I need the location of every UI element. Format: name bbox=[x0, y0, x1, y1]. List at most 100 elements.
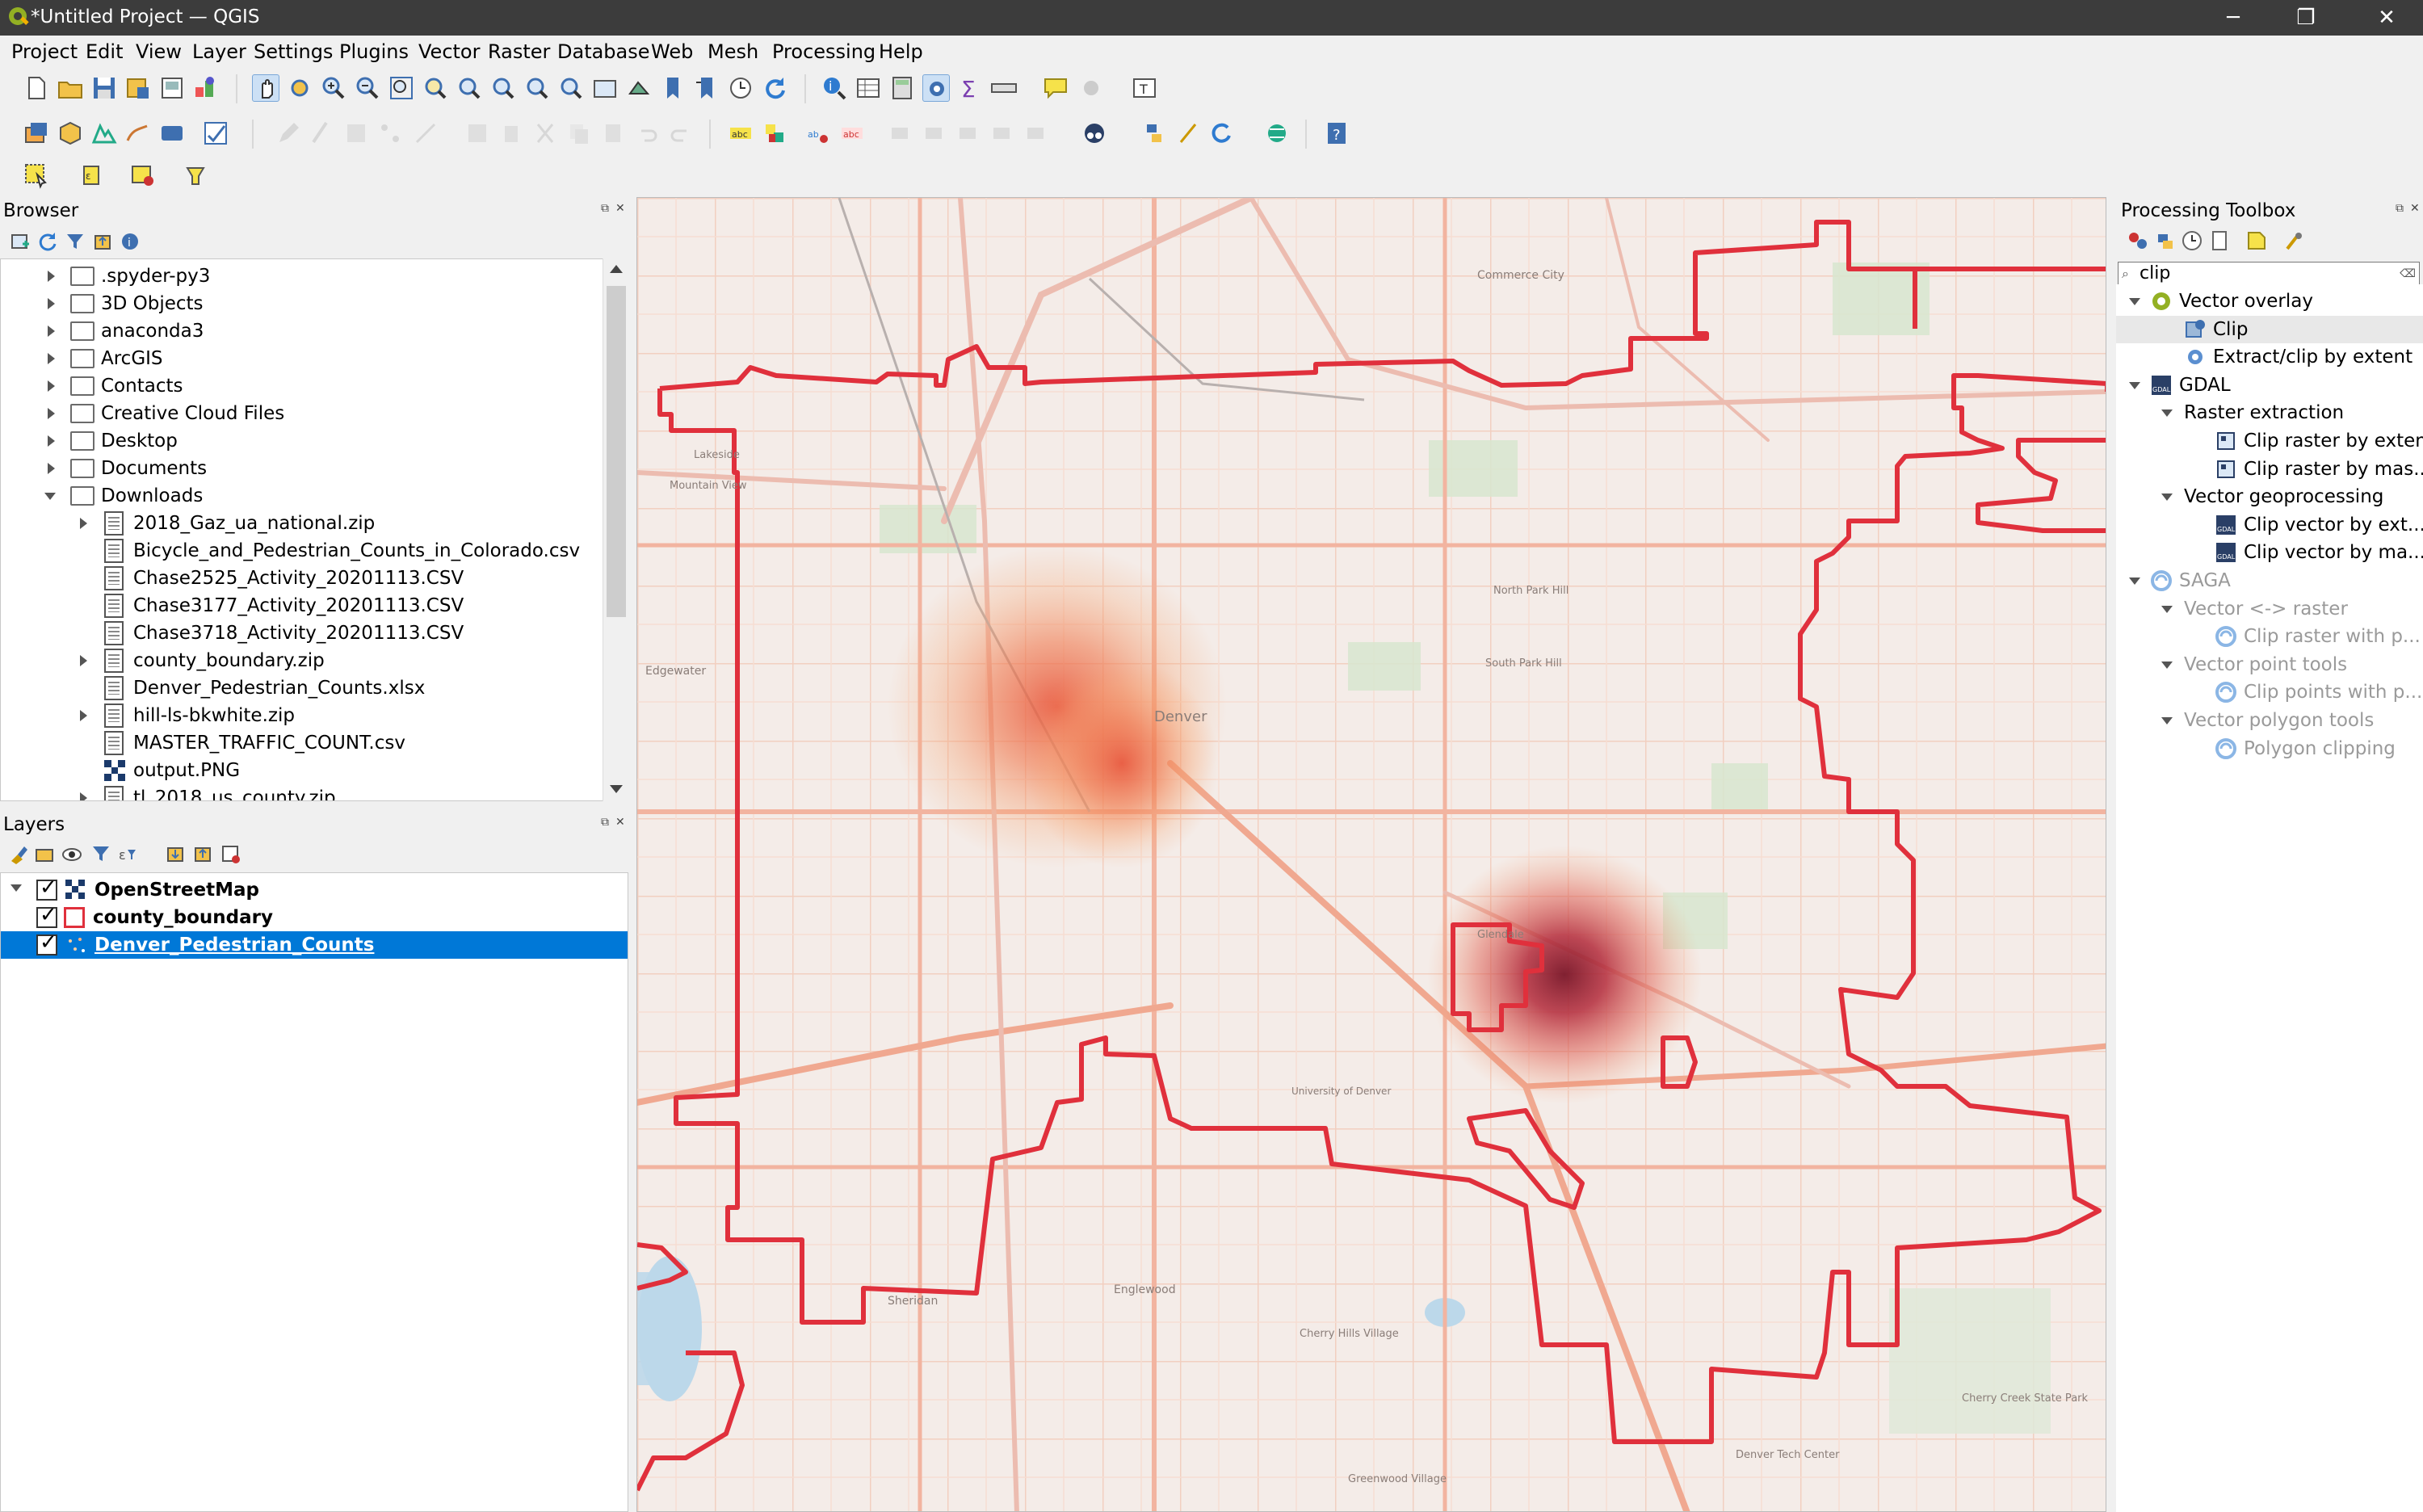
edit-features-in-place-icon[interactable] bbox=[2245, 229, 2268, 252]
browser-item[interactable]: 3D Objects bbox=[1, 290, 598, 317]
close-button[interactable]: ✕ bbox=[2350, 0, 2423, 36]
pan-to-selection-icon[interactable] bbox=[286, 74, 313, 102]
properties-info-icon[interactable]: i bbox=[120, 231, 141, 252]
processing-search-input[interactable]: ⌕ clip ⌫ bbox=[2118, 262, 2420, 286]
menu-plugins[interactable]: Plugins bbox=[339, 40, 409, 63]
data-source-manager-icon[interactable] bbox=[23, 120, 50, 147]
layer-diagram-icon[interactable] bbox=[761, 120, 788, 147]
browser-item[interactable]: Chase3718_Activity_20201113.CSV bbox=[1, 620, 598, 647]
select-location-icon[interactable] bbox=[183, 162, 210, 189]
close-processing-icon[interactable]: ✕ bbox=[2410, 202, 2420, 215]
identify-features-icon[interactable]: i bbox=[821, 74, 848, 102]
vertex-tool-icon[interactable] bbox=[412, 120, 439, 147]
deselect-features-icon[interactable] bbox=[129, 162, 157, 189]
browser-tree[interactable]: .spyder-py3 3D Objects anaconda3 ArcGIS Cont… bbox=[0, 258, 628, 801]
browser-item[interactable]: 2018_Gaz_ua_national.zip bbox=[1, 510, 598, 537]
processing-item[interactable]: Vector <-> raster bbox=[2116, 595, 2423, 623]
browser-item[interactable]: Creative Cloud Files bbox=[1, 400, 598, 427]
rotate-label-icon[interactable] bbox=[956, 120, 984, 147]
browser-item[interactable]: Denver_Pedestrian_Counts.xlsx bbox=[1, 674, 598, 702]
layer-visibility-checkbox[interactable] bbox=[36, 901, 57, 929]
processing-tree[interactable]: Vector overlay Clip Extract/clip by extent… bbox=[2116, 284, 2423, 1512]
menu-project[interactable]: Project bbox=[11, 40, 78, 63]
move-diagram-icon[interactable] bbox=[1024, 120, 1052, 147]
help-contents-icon[interactable]: ? bbox=[1323, 120, 1350, 147]
browser-item[interactable]: ArcGIS bbox=[1, 345, 598, 372]
pin-labels-icon[interactable]: abc bbox=[838, 120, 866, 147]
browser-scrollbar[interactable] bbox=[603, 258, 628, 801]
collapse-all-layers-icon[interactable] bbox=[192, 843, 213, 864]
menu-raster[interactable]: Raster bbox=[488, 40, 550, 63]
field-calculator-icon[interactable] bbox=[888, 74, 916, 102]
python-console-icon[interactable] bbox=[1140, 120, 1168, 147]
remove-layer-icon[interactable] bbox=[220, 843, 241, 864]
new-bookmark-icon[interactable] bbox=[659, 74, 687, 102]
pan-map-icon[interactable] bbox=[252, 74, 279, 102]
menu-database[interactable]: Database bbox=[557, 40, 650, 63]
layer-properties-icon[interactable] bbox=[202, 120, 229, 147]
processing-item[interactable]: SAGA bbox=[2116, 567, 2423, 594]
paste-features-icon[interactable] bbox=[599, 120, 627, 147]
quickmapservices-icon[interactable] bbox=[1081, 120, 1108, 147]
expand-arrow-icon[interactable] bbox=[2161, 410, 2173, 418]
print-layout-icon[interactable] bbox=[158, 74, 186, 102]
menu-help[interactable]: Help bbox=[879, 40, 923, 63]
browser-item[interactable]: Desktop bbox=[1, 427, 598, 455]
add-feature-icon[interactable] bbox=[376, 120, 404, 147]
text-annotation-icon[interactable]: T bbox=[1131, 74, 1158, 102]
save-project-icon[interactable] bbox=[90, 74, 118, 102]
processing-options-icon[interactable] bbox=[2282, 229, 2305, 252]
zoom-to-selection-icon[interactable] bbox=[422, 74, 449, 102]
collapse-arrow-icon[interactable] bbox=[48, 271, 55, 282]
menu-edit[interactable]: Edit bbox=[86, 40, 123, 63]
menu-vector[interactable]: Vector bbox=[418, 40, 480, 63]
expand-arrow-icon[interactable] bbox=[2129, 298, 2140, 305]
layer-row-denver-pedestrian-counts[interactable]: Denver_Pedestrian_Counts bbox=[1, 929, 628, 959]
browser-item[interactable]: Documents bbox=[1, 455, 598, 482]
undo-icon[interactable] bbox=[633, 120, 661, 147]
menu-layer[interactable]: Layer bbox=[192, 40, 246, 63]
layers-tree[interactable]: OpenStreetMap county_boundary Denver_Ped… bbox=[0, 872, 628, 1512]
plugin-tool-icon[interactable] bbox=[1174, 120, 1202, 147]
zoom-last-icon[interactable] bbox=[523, 74, 551, 102]
globe-plugin-icon[interactable] bbox=[1263, 120, 1291, 147]
collapse-arrow-icon[interactable] bbox=[48, 463, 55, 474]
measure-line-icon[interactable] bbox=[990, 74, 1018, 102]
add-group-icon[interactable] bbox=[34, 843, 55, 864]
close-browser-icon[interactable]: ✕ bbox=[615, 202, 625, 215]
select-by-expression-icon[interactable]: ε bbox=[78, 162, 105, 189]
zoom-out-icon[interactable] bbox=[354, 74, 381, 102]
browser-item[interactable]: Chase2525_Activity_20201113.CSV bbox=[1, 565, 598, 592]
browser-item[interactable]: anaconda3 bbox=[1, 317, 598, 345]
new-geopackage-layer-icon[interactable] bbox=[57, 120, 84, 147]
processing-item[interactable]: Raster extraction bbox=[2116, 399, 2423, 426]
collapse-arrow-icon[interactable] bbox=[48, 298, 55, 309]
map-tips-icon[interactable] bbox=[1042, 74, 1069, 102]
processing-item[interactable]: GDAL GDAL bbox=[2116, 372, 2423, 399]
menu-mesh[interactable]: Mesh bbox=[708, 40, 758, 63]
select-features-icon[interactable] bbox=[23, 162, 50, 189]
statistical-summary-icon[interactable]: Σ bbox=[956, 74, 984, 103]
undock-layers-icon[interactable]: ⧉ bbox=[601, 816, 609, 829]
change-label-icon[interactable] bbox=[990, 120, 1018, 147]
collapse-arrow-icon[interactable] bbox=[48, 353, 55, 364]
new-temporary-layer-icon[interactable] bbox=[124, 120, 152, 147]
results-viewer-icon[interactable] bbox=[2208, 229, 2231, 252]
collapse-arrow-icon[interactable] bbox=[48, 435, 55, 447]
filter-legend-icon[interactable] bbox=[90, 843, 111, 864]
browser-refresh-icon[interactable] bbox=[37, 231, 58, 252]
open-attribute-table-icon[interactable] bbox=[855, 74, 882, 102]
menu-settings[interactable]: Settings bbox=[254, 40, 333, 63]
expand-arrow-icon[interactable] bbox=[44, 493, 56, 500]
scroll-up-arrow-icon[interactable] bbox=[610, 265, 623, 273]
processing-item[interactable]: Vector point tools bbox=[2116, 651, 2423, 678]
layer-visibility-checkbox[interactable] bbox=[36, 929, 57, 956]
undock-processing-icon[interactable]: ⧉ bbox=[2396, 202, 2404, 215]
menu-processing[interactable]: Processing bbox=[772, 40, 876, 63]
new-shapefile-layer-icon[interactable] bbox=[90, 120, 118, 147]
collapse-arrow-icon[interactable] bbox=[80, 710, 87, 721]
processing-item[interactable]: GDAL Clip vector by ext... bbox=[2116, 511, 2423, 539]
menu-view[interactable]: View bbox=[136, 40, 182, 63]
show-bookmarks-icon[interactable] bbox=[693, 74, 720, 102]
update-icon[interactable] bbox=[1208, 120, 1236, 147]
